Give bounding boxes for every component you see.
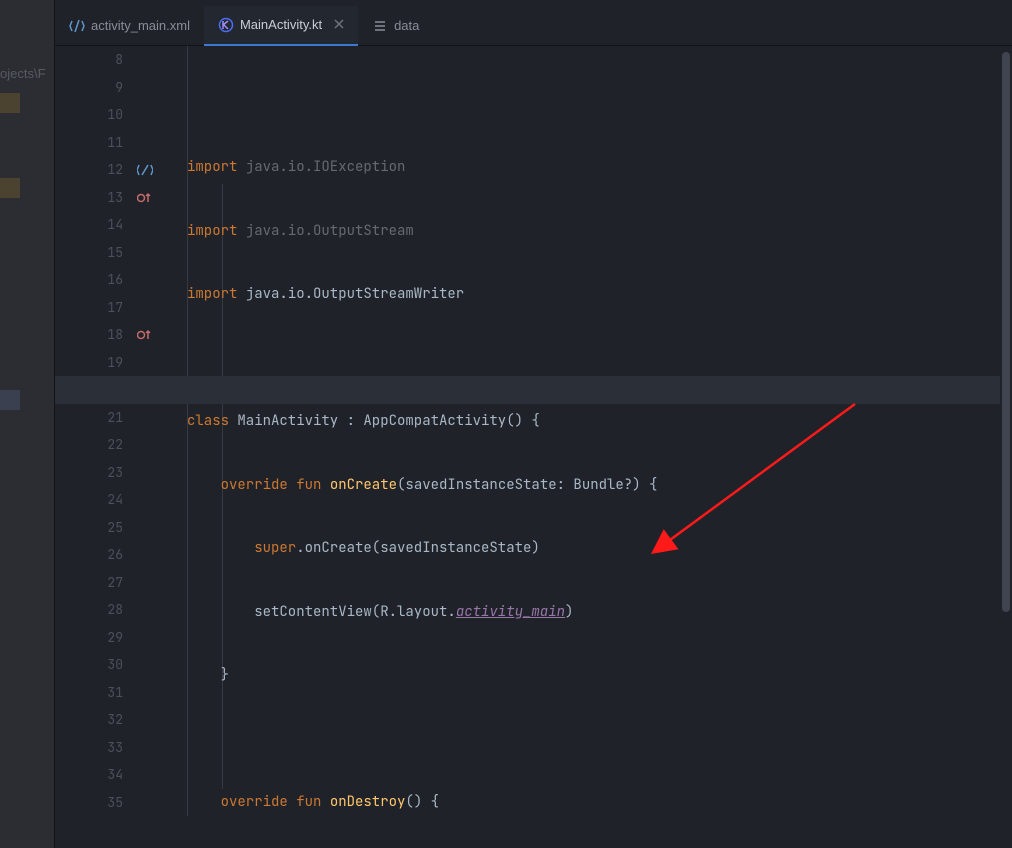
line-number[interactable]: 17 bbox=[55, 294, 133, 322]
line-number[interactable]: 27 bbox=[55, 569, 133, 597]
code-line[interactable]: class MainActivity : AppCompatActivity()… bbox=[159, 408, 1000, 436]
line-number[interactable]: 28 bbox=[55, 596, 133, 624]
gutter-markers bbox=[133, 46, 159, 848]
line-number[interactable]: 12 bbox=[55, 156, 133, 184]
line-number[interactable]: 26 bbox=[55, 541, 133, 569]
tab-mainactivity-kt[interactable]: MainActivity.kt bbox=[204, 6, 358, 46]
tab-label: MainActivity.kt bbox=[240, 17, 322, 32]
line-number[interactable]: 8 bbox=[55, 46, 133, 74]
code-area[interactable]: import java.io.IOException import java.i… bbox=[159, 46, 1000, 848]
code-line[interactable] bbox=[159, 345, 1000, 373]
line-number[interactable]: 21 bbox=[55, 404, 133, 432]
line-number[interactable]: 24 bbox=[55, 486, 133, 514]
code-line[interactable] bbox=[159, 726, 1000, 754]
line-number[interactable]: 35 bbox=[55, 789, 133, 817]
line-number[interactable]: 15 bbox=[55, 239, 133, 267]
line-number[interactable]: 11 bbox=[55, 129, 133, 157]
close-icon[interactable] bbox=[334, 17, 344, 32]
project-path-text: ojects\F bbox=[0, 66, 46, 81]
line-number[interactable]: 30 bbox=[55, 651, 133, 679]
kotlin-icon bbox=[218, 17, 234, 33]
line-number[interactable]: 32 bbox=[55, 706, 133, 734]
project-tree-highlight bbox=[0, 93, 20, 113]
vertical-scrollbar[interactable] bbox=[1000, 46, 1012, 848]
line-number[interactable]: 22 bbox=[55, 431, 133, 459]
code-line[interactable]: import java.io.OutputStreamWriter bbox=[159, 281, 1000, 309]
tab-data[interactable]: data bbox=[358, 6, 433, 46]
tab-label: data bbox=[394, 18, 419, 33]
line-number[interactable]: 33 bbox=[55, 734, 133, 762]
project-tree-highlight bbox=[0, 178, 20, 198]
gutter[interactable]: 8 9 10 11 12 13 14 15 16 17 18 19 20 21 … bbox=[55, 46, 133, 848]
line-number[interactable]: 13 bbox=[55, 184, 133, 212]
line-number[interactable]: 19 bbox=[55, 349, 133, 377]
line-number[interactable]: 25 bbox=[55, 514, 133, 542]
override-up-icon[interactable] bbox=[137, 328, 153, 344]
line-number[interactable]: 31 bbox=[55, 679, 133, 707]
line-number[interactable]: 9 bbox=[55, 74, 133, 102]
line-number[interactable]: 23 bbox=[55, 459, 133, 487]
code-line[interactable]: import java.io.OutputStream bbox=[159, 218, 1000, 246]
line-number[interactable]: 16 bbox=[55, 266, 133, 294]
line-number[interactable]: 34 bbox=[55, 761, 133, 789]
line-number[interactable]: 10 bbox=[55, 101, 133, 129]
code-line[interactable]: super.onCreate(savedInstanceState) bbox=[159, 535, 1000, 563]
override-up-icon[interactable] bbox=[137, 191, 153, 207]
editor-tabs: activity_main.xml MainActivity.kt data bbox=[55, 6, 1012, 46]
line-number[interactable]: 14 bbox=[55, 211, 133, 239]
class-marker-icon[interactable] bbox=[137, 163, 153, 179]
list-icon bbox=[372, 18, 388, 34]
left-tool-panel[interactable]: ojects\F bbox=[0, 0, 55, 848]
code-editor[interactable]: 8 9 10 11 12 13 14 15 16 17 18 19 20 21 … bbox=[55, 46, 1012, 848]
project-tree-selection bbox=[0, 390, 20, 410]
code-line[interactable]: override fun onCreate(savedInstanceState… bbox=[159, 472, 1000, 500]
tab-activity-main-xml[interactable]: activity_main.xml bbox=[55, 6, 204, 46]
line-number[interactable]: 29 bbox=[55, 624, 133, 652]
xml-icon bbox=[69, 18, 85, 34]
code-line[interactable]: } bbox=[159, 662, 1000, 690]
line-number[interactable]: 18 bbox=[55, 321, 133, 349]
scrollbar-thumb[interactable] bbox=[1002, 52, 1010, 612]
tab-label: activity_main.xml bbox=[91, 18, 190, 33]
code-line[interactable]: setContentView(R.layout.activity_main) bbox=[159, 599, 1000, 627]
code-line[interactable]: override fun onDestroy() { bbox=[159, 789, 1000, 817]
code-line[interactable]: import java.io.IOException bbox=[159, 154, 1000, 182]
